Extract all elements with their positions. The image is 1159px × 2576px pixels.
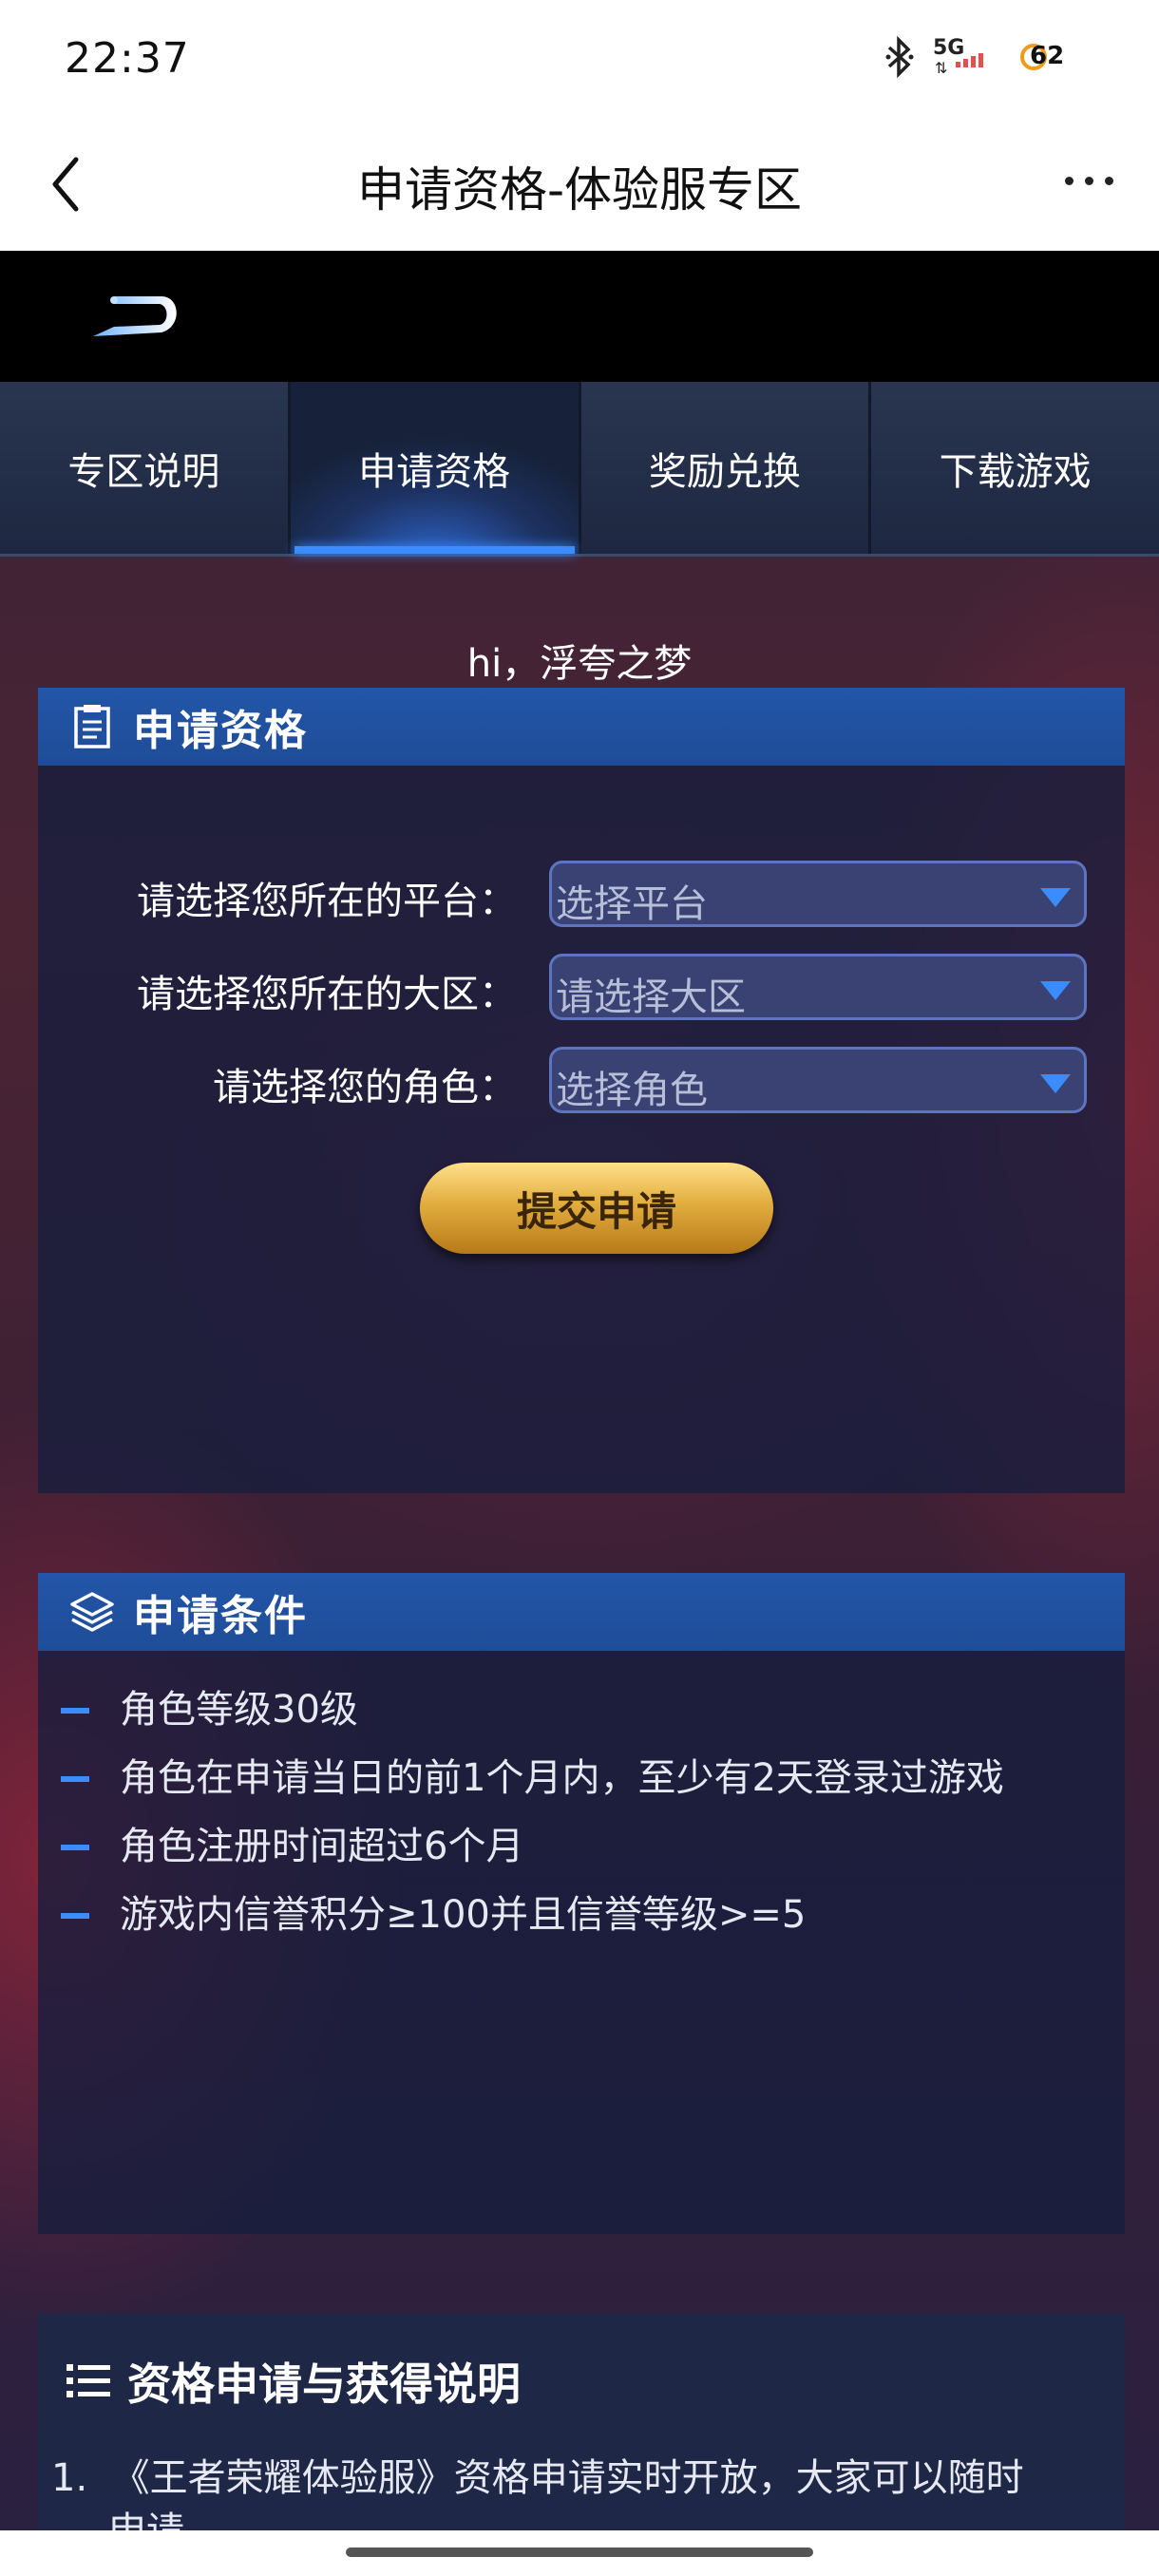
chevron-down-icon: [1040, 888, 1071, 907]
layers-icon: [70, 1592, 114, 1632]
game-top-bar: [0, 251, 1159, 382]
info-item: 1. 《王者荣耀体验服》资格申请实时开放，大家可以随时: [51, 2456, 1024, 2500]
data-arrows-icon: ⇅: [935, 59, 948, 77]
home-indicator[interactable]: [346, 2548, 813, 2557]
region-label: 请选择您所在的大区：: [137, 973, 517, 1016]
status-time: 22:37: [65, 34, 190, 83]
more-options-icon[interactable]: [1065, 177, 1113, 185]
tab-apply[interactable]: 申请资格: [290, 382, 581, 554]
list-icon: [66, 2364, 110, 2397]
conditions-panel-header: 申请条件: [38, 1573, 1125, 1651]
conditions-list: 角色等级30级 角色在申请当日的前1个月内，至少有2天登录过游戏 角色注册时间超…: [38, 1676, 1125, 1949]
info-panel-header: 资格申请与获得说明: [66, 2350, 521, 2413]
chevron-down-icon: [1040, 981, 1071, 1000]
submit-application-button[interactable]: 提交申请: [420, 1163, 773, 1254]
signal-bars: [956, 53, 983, 67]
status-bar: 22:37 5G ⇅ 62: [0, 0, 1159, 118]
role-select[interactable]: 选择角色: [549, 1047, 1087, 1113]
game-back-icon[interactable]: [76, 285, 190, 351]
conditions-panel: 申请条件 角色等级30级 角色在申请当日的前1个月内，至少有2天登录过游戏 角色…: [38, 1573, 1125, 2234]
platform-select-value: 选择平台: [556, 882, 708, 926]
region-select[interactable]: 请选择大区: [549, 954, 1087, 1020]
status-icons: 5G ⇅ 62: [885, 36, 1074, 78]
battery-level: 62: [1030, 42, 1065, 70]
apply-panel: 申请资格 请选择您所在的平台： 选择平台 请选择您所在的大区： 请选择大区 请选…: [38, 688, 1125, 1493]
list-item: 角色在申请当日的前1个月内，至少有2天登录过游戏: [38, 1744, 1125, 1812]
info-panel: 资格申请与获得说明 1. 《王者荣耀体验服》资格申请实时开放，大家可以随时 申请: [38, 2314, 1125, 2530]
dash-bullet-icon: [61, 1708, 89, 1714]
tab-download[interactable]: 下载游戏: [871, 382, 1159, 554]
role-label: 请选择您的角色：: [213, 1066, 517, 1109]
chevron-down-icon: [1040, 1074, 1071, 1093]
region-row: 请选择您所在的大区： 请选择大区: [38, 954, 1125, 1020]
battery-icon: 62: [1020, 42, 1074, 72]
nav-tabs: 专区说明 申请资格 奖励兑换 下载游戏: [0, 382, 1159, 557]
region-select-value: 请选择大区: [556, 975, 746, 1019]
conditions-panel-title: 申请条件: [133, 1592, 308, 1640]
greeting-text: hi，浮夸之梦: [466, 642, 693, 686]
role-select-value: 选择角色: [556, 1069, 708, 1112]
tab-zone-intro[interactable]: 专区说明: [0, 382, 291, 554]
game-content: 专区说明 申请资格 奖励兑换 下载游戏 hi，浮夸之梦 申请资格 请选择您所在的…: [0, 251, 1159, 2530]
platform-label: 请选择您所在的平台：: [137, 880, 517, 923]
apply-panel-header: 申请资格: [38, 688, 1125, 766]
tab-rewards[interactable]: 奖励兑换: [580, 382, 872, 554]
document-icon: [74, 705, 110, 748]
app-header: 申请资格-体验服专区: [0, 118, 1159, 251]
signal-icon: 5G ⇅: [933, 36, 1001, 78]
info-item-continued: 申请: [108, 2500, 184, 2530]
bluetooth-icon: [885, 36, 914, 78]
platform-select[interactable]: 选择平台: [549, 861, 1087, 927]
gesture-bar: [0, 2530, 1159, 2576]
role-row: 请选择您的角色： 选择角色: [38, 1047, 1125, 1113]
apply-panel-title: 申请资格: [133, 707, 308, 755]
platform-row: 请选择您所在的平台： 选择平台: [38, 861, 1125, 927]
dash-bullet-icon: [61, 1845, 89, 1850]
dash-bullet-icon: [61, 1776, 89, 1782]
dash-bullet-icon: [61, 1913, 89, 1919]
list-item: 角色注册时间超过6个月: [38, 1812, 1125, 1881]
list-item: 游戏内信誉积分≥100并且信誉等级>=5: [38, 1881, 1125, 1949]
info-panel-title: 资格申请与获得说明: [127, 2358, 521, 2410]
list-item: 角色等级30级: [38, 1676, 1125, 1744]
page-title: 申请资格-体验服专区: [356, 162, 803, 218]
